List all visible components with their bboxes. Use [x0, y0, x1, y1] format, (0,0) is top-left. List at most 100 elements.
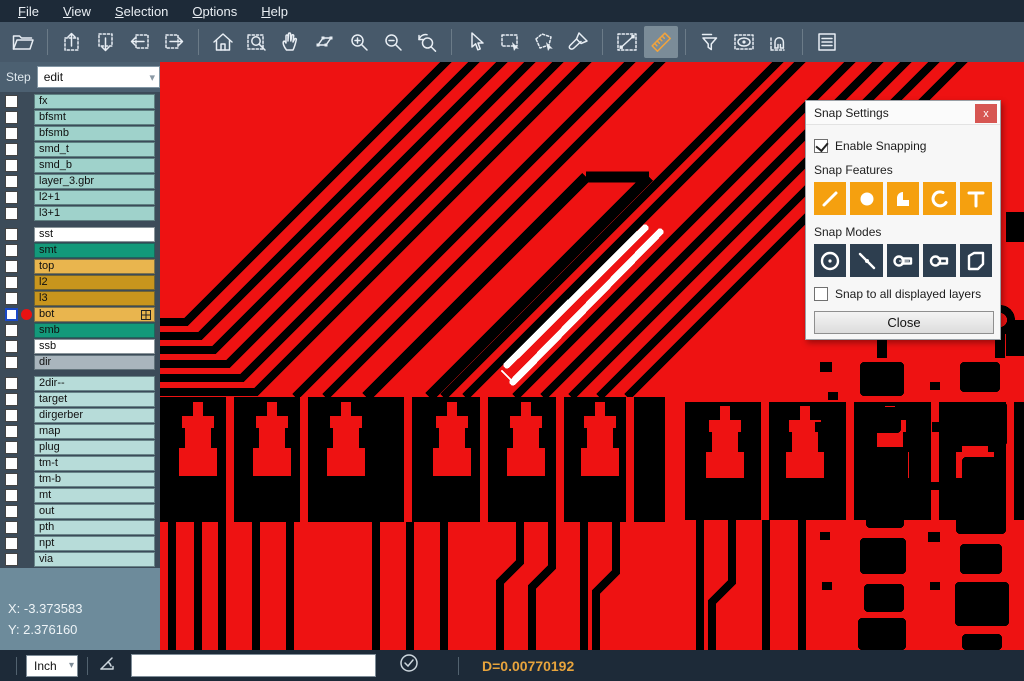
midpoint-snap-icon[interactable]: [850, 244, 882, 277]
text-snap-icon[interactable]: [960, 182, 992, 215]
pan-right-icon[interactable]: [157, 26, 191, 58]
clean-brush-icon[interactable]: [561, 26, 595, 58]
layer-name[interactable]: tm-b: [34, 472, 155, 487]
layer-name[interactable]: l3: [34, 291, 155, 306]
layer-name[interactable]: l2: [34, 275, 155, 290]
zoom-previous-icon[interactable]: [410, 26, 444, 58]
layer-row-plug[interactable]: plug: [0, 440, 160, 455]
layer-visibility-checkbox[interactable]: [5, 393, 18, 406]
enable-snapping-checkbox[interactable]: [814, 139, 828, 153]
layer-row-out[interactable]: out: [0, 504, 160, 519]
layer-visibility-checkbox[interactable]: [5, 143, 18, 156]
layer-name[interactable]: mt: [34, 488, 155, 503]
layer-visibility-checkbox[interactable]: [5, 473, 18, 486]
layer-name[interactable]: out: [34, 504, 155, 519]
layer-visibility-checkbox[interactable]: [5, 207, 18, 220]
layer-row-mt[interactable]: mt: [0, 488, 160, 503]
command-input[interactable]: [131, 654, 376, 677]
zoom-in-icon[interactable]: [342, 26, 376, 58]
layer-row-pth[interactable]: pth: [0, 520, 160, 535]
layer-visibility-checkbox[interactable]: [5, 95, 18, 108]
layer-row-tm-b[interactable]: tm-b: [0, 472, 160, 487]
arc-snap-icon[interactable]: [923, 182, 955, 215]
layer-name[interactable]: target: [34, 392, 155, 407]
circle-snap-icon[interactable]: [850, 182, 882, 215]
layer-name[interactable]: dirgerber: [34, 408, 155, 423]
layer-row-2dir--[interactable]: 2dir--: [0, 376, 160, 391]
layer-visibility-checkbox[interactable]: [5, 260, 18, 273]
view-select-icon[interactable]: [727, 26, 761, 58]
all-layers-checkbox[interactable]: [814, 287, 828, 301]
layer-visibility-checkbox[interactable]: [5, 175, 18, 188]
layer-visibility-checkbox[interactable]: [5, 228, 18, 241]
layer-visibility-checkbox[interactable]: [5, 457, 18, 470]
layer-name[interactable]: via: [34, 552, 155, 567]
poly-select-icon[interactable]: [527, 26, 561, 58]
unit-select[interactable]: Inch ▾: [26, 655, 78, 677]
close-button[interactable]: Close: [814, 311, 994, 334]
layer-row-smd_t[interactable]: smd_t: [0, 142, 160, 157]
layer-visibility-checkbox[interactable]: [5, 441, 18, 454]
layer-name[interactable]: smt: [34, 243, 155, 258]
pan-left-icon[interactable]: [123, 26, 157, 58]
layer-name[interactable]: top: [34, 259, 155, 274]
zoom-out-icon[interactable]: [376, 26, 410, 58]
layer-visibility-checkbox[interactable]: [5, 292, 18, 305]
layer-visibility-checkbox[interactable]: [5, 537, 18, 550]
open-folder-icon[interactable]: [6, 26, 40, 58]
select-cursor-icon[interactable]: [459, 26, 493, 58]
layer-row-ssb[interactable]: ssb: [0, 339, 160, 354]
pan-hand-icon[interactable]: [274, 26, 308, 58]
menu-item-selection[interactable]: Selection: [105, 2, 178, 21]
layer-row-smt[interactable]: smt: [0, 243, 160, 258]
layer-name[interactable]: l2+1: [34, 190, 155, 205]
layer-row-npt[interactable]: npt: [0, 536, 160, 551]
layer-name[interactable]: l3+1: [34, 206, 155, 221]
menu-item-file[interactable]: File: [8, 2, 49, 21]
layer-row-l2+1[interactable]: l2+1: [0, 190, 160, 205]
layer-row-bot[interactable]: bot: [0, 307, 160, 322]
pcb-canvas[interactable]: Snap Settings x Enable Snapping Snap Fea…: [160, 62, 1024, 650]
zoom-object-icon[interactable]: [308, 26, 342, 58]
layer-row-tm-t[interactable]: tm-t: [0, 456, 160, 471]
line-snap-icon[interactable]: [814, 182, 846, 215]
layer-visibility-checkbox[interactable]: [5, 244, 18, 257]
enable-snapping-checkbox-row[interactable]: Enable Snapping: [814, 139, 992, 153]
rect-select-icon[interactable]: [493, 26, 527, 58]
layer-visibility-checkbox[interactable]: [5, 356, 18, 369]
layer-visibility-checkbox[interactable]: [5, 425, 18, 438]
ruler-icon[interactable]: [644, 26, 678, 58]
layer-row-layer_3.gbr[interactable]: layer_3.gbr: [0, 174, 160, 189]
pad-snap-icon[interactable]: [887, 182, 919, 215]
home-view-icon[interactable]: [206, 26, 240, 58]
layer-name[interactable]: plug: [34, 440, 155, 455]
layer-visibility-checkbox[interactable]: [5, 377, 18, 390]
slot-center-snap-icon[interactable]: [887, 244, 919, 277]
layer-name[interactable]: dir: [34, 355, 155, 370]
layer-name[interactable]: npt: [34, 536, 155, 551]
pan-down-icon[interactable]: [89, 26, 123, 58]
layer-row-dirgerber[interactable]: dirgerber: [0, 408, 160, 423]
layer-visibility-checkbox[interactable]: [5, 505, 18, 518]
layer-row-map[interactable]: map: [0, 424, 160, 439]
layer-visibility-checkbox[interactable]: [5, 159, 18, 172]
layer-row-l3+1[interactable]: l3+1: [0, 206, 160, 221]
snap-magnet-icon[interactable]: [761, 26, 795, 58]
layer-row-target[interactable]: target: [0, 392, 160, 407]
step-select[interactable]: edit ▾: [37, 66, 160, 88]
layer-name[interactable]: pth: [34, 520, 155, 535]
layer-name[interactable]: smd_b: [34, 158, 155, 173]
menu-item-view[interactable]: View: [53, 2, 101, 21]
angle-measure-icon[interactable]: [97, 652, 119, 679]
layer-name[interactable]: bot: [34, 307, 155, 322]
layer-row-sst[interactable]: sst: [0, 227, 160, 242]
measure-line-icon[interactable]: [610, 26, 644, 58]
layer-visibility-checkbox[interactable]: [5, 308, 18, 321]
layer-visibility-checkbox[interactable]: [5, 111, 18, 124]
layer-name[interactable]: smb: [34, 323, 155, 338]
menu-item-help[interactable]: Help: [251, 2, 298, 21]
layer-visibility-checkbox[interactable]: [5, 340, 18, 353]
dialog-titlebar[interactable]: Snap Settings x: [806, 101, 1000, 125]
layer-visibility-checkbox[interactable]: [5, 324, 18, 337]
layer-name[interactable]: 2dir--: [34, 376, 155, 391]
